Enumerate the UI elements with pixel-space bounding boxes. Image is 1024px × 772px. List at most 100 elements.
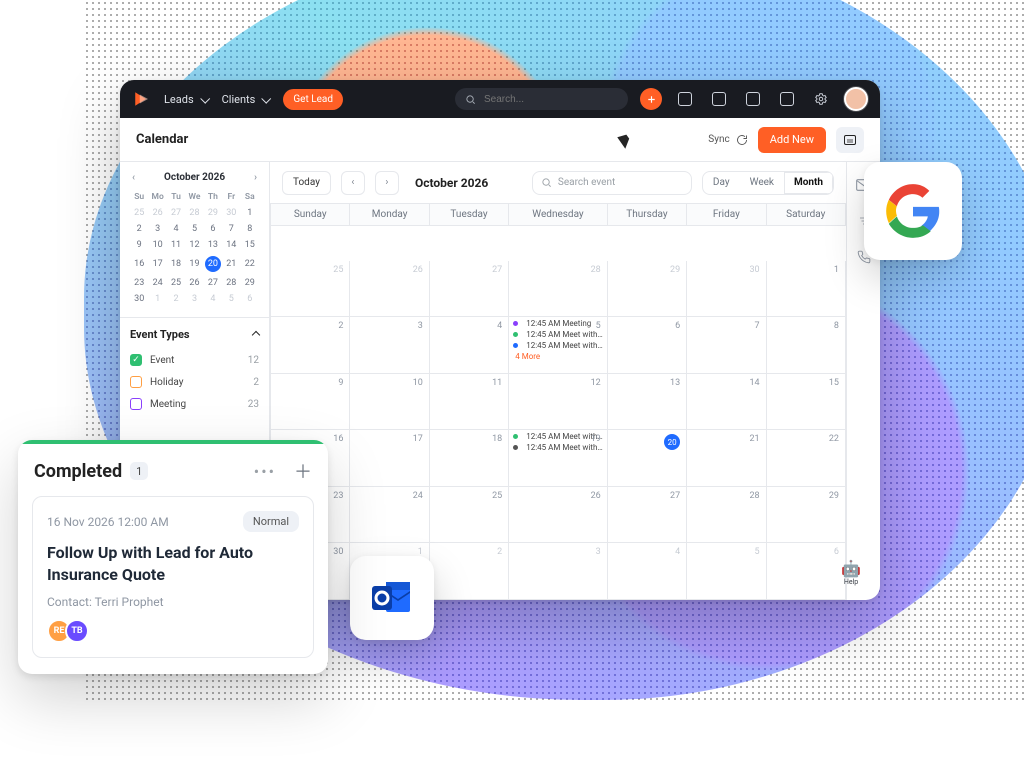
task-item[interactable]: 16 Nov 2026 12:00 AM Normal Follow Up wi… (32, 496, 314, 658)
mini-day[interactable]: 29 (241, 275, 259, 291)
day-cell[interactable]: 26 (350, 261, 429, 318)
mini-day[interactable]: 9 (130, 237, 148, 253)
mini-day[interactable]: 18 (167, 253, 185, 275)
mini-day[interactable]: 12 (185, 237, 203, 253)
mini-day[interactable]: 2 (167, 291, 185, 307)
get-lead-button[interactable]: Get Lead (283, 89, 343, 110)
mini-day[interactable]: 8 (241, 221, 259, 237)
create-button[interactable] (640, 88, 662, 110)
mini-day[interactable]: 25 (167, 275, 185, 291)
calendar-event[interactable]: 12:45 AM Meeting (513, 319, 603, 328)
card-menu-icon[interactable]: ••• (254, 462, 276, 481)
day-cell[interactable]: 28 (509, 261, 608, 318)
view-day[interactable]: Day (703, 172, 740, 194)
mini-day[interactable]: 2 (130, 221, 148, 237)
day-cell[interactable]: 21 (687, 430, 766, 487)
mini-day[interactable]: 1 (241, 205, 259, 221)
mini-day[interactable]: 3 (148, 221, 166, 237)
day-cell[interactable]: 3 (350, 317, 429, 374)
day-cell[interactable]: 30 (687, 261, 766, 318)
day-cell[interactable]: 3 (509, 543, 608, 600)
prev-period[interactable]: ‹ (341, 171, 365, 195)
mini-day[interactable]: 13 (204, 237, 222, 253)
mini-day[interactable]: 6 (204, 221, 222, 237)
user-avatar[interactable] (844, 87, 868, 111)
nav-leads[interactable]: Leads (164, 93, 208, 106)
day-cell[interactable]: 1 (767, 261, 846, 318)
mini-day[interactable]: 27 (204, 275, 222, 291)
day-cell[interactable]: 29 (608, 261, 687, 318)
mini-day[interactable]: 20 (204, 253, 222, 275)
calendar-event[interactable]: 12:45 AM Meet with… (513, 432, 603, 441)
day-cell[interactable]: 11 (430, 374, 509, 431)
day-cell[interactable]: 2 (430, 543, 509, 600)
calendar-event[interactable]: 12:45 AM Meet with… (513, 341, 603, 350)
mini-day[interactable]: 26 (185, 275, 203, 291)
mini-day[interactable]: 16 (130, 253, 148, 275)
sync-button[interactable]: Sync (708, 134, 747, 146)
day-cell[interactable]: 2 (271, 317, 350, 374)
day-cell[interactable]: 26 (509, 487, 608, 544)
day-cell[interactable]: 8 (767, 317, 846, 374)
help-widget[interactable]: 🤖 Help (836, 559, 866, 586)
mini-day[interactable]: 30 (130, 291, 148, 307)
day-cell[interactable]: 5 (687, 543, 766, 600)
day-cell[interactable]: 9 (271, 374, 350, 431)
mini-day[interactable]: 4 (204, 291, 222, 307)
day-cell[interactable]: 27 (608, 487, 687, 544)
next-period[interactable]: › (375, 171, 399, 195)
calendar-event[interactable]: 12:45 AM Meet with… (513, 330, 603, 339)
mini-day[interactable]: 27 (167, 205, 185, 221)
day-cell[interactable]: 20 (608, 430, 687, 487)
mini-day[interactable]: 23 (130, 275, 148, 291)
mini-day[interactable]: 25 (130, 205, 148, 221)
calendar-event[interactable]: 12:45 AM Meet with… (513, 443, 603, 452)
day-cell[interactable]: 4 (608, 543, 687, 600)
mini-day[interactable]: 24 (148, 275, 166, 291)
day-cell[interactable]: 6 (608, 317, 687, 374)
nav-clients[interactable]: Clients (222, 93, 270, 106)
month-grid[interactable]: SundayMondayTuesdayWednesdayThursdayFrid… (270, 204, 846, 600)
day-cell[interactable]: 10 (350, 374, 429, 431)
event-type-row[interactable]: ✓Event12 (130, 349, 259, 371)
mini-next[interactable]: › (254, 172, 257, 183)
mini-day[interactable]: 21 (222, 253, 240, 275)
mini-day[interactable]: 19 (185, 253, 203, 275)
day-cell[interactable]: 29 (767, 487, 846, 544)
day-cell[interactable]: 6 (767, 543, 846, 600)
mini-day[interactable]: 1 (148, 291, 166, 307)
day-cell[interactable]: 22 (767, 430, 846, 487)
mini-day[interactable]: 22 (241, 253, 259, 275)
day-cell[interactable]: 15 (767, 374, 846, 431)
mini-day[interactable]: 3 (185, 291, 203, 307)
event-type-row[interactable]: Meeting23 (130, 393, 259, 415)
mini-day[interactable]: 10 (148, 237, 166, 253)
search-input[interactable] (482, 93, 618, 106)
mini-prev[interactable]: ‹ (132, 172, 135, 183)
day-cell[interactable]: 18 (430, 430, 509, 487)
mini-day[interactable]: 17 (148, 253, 166, 275)
day-cell[interactable]: 24 (350, 487, 429, 544)
add-new-button[interactable]: Add New (758, 127, 826, 153)
mini-day[interactable]: 30 (222, 205, 240, 221)
mini-day[interactable]: 5 (185, 221, 203, 237)
day-cell[interactable]: 4 (430, 317, 509, 374)
card-add-icon[interactable]: ＋ (294, 458, 312, 484)
day-cell[interactable]: 13 (608, 374, 687, 431)
apps-icon[interactable] (742, 88, 764, 110)
today-button[interactable]: Today (282, 171, 331, 195)
day-cell[interactable]: 12 (509, 374, 608, 431)
view-month[interactable]: Month (784, 172, 833, 194)
mini-day[interactable]: 4 (167, 221, 185, 237)
event-search[interactable]: Search event (532, 171, 692, 195)
day-cell[interactable]: 512:45 AM Meeting12:45 AM Meet with…12:4… (509, 317, 608, 374)
settings-icon[interactable] (810, 88, 832, 110)
mini-day[interactable]: 5 (222, 291, 240, 307)
mini-day[interactable]: 15 (241, 237, 259, 253)
day-cell[interactable]: 25 (430, 487, 509, 544)
announcements-icon[interactable] (708, 88, 730, 110)
day-cell[interactable]: 7 (687, 317, 766, 374)
mini-day[interactable]: 6 (241, 291, 259, 307)
more-events[interactable]: 4 More (515, 352, 601, 361)
day-cell[interactable]: 28 (687, 487, 766, 544)
